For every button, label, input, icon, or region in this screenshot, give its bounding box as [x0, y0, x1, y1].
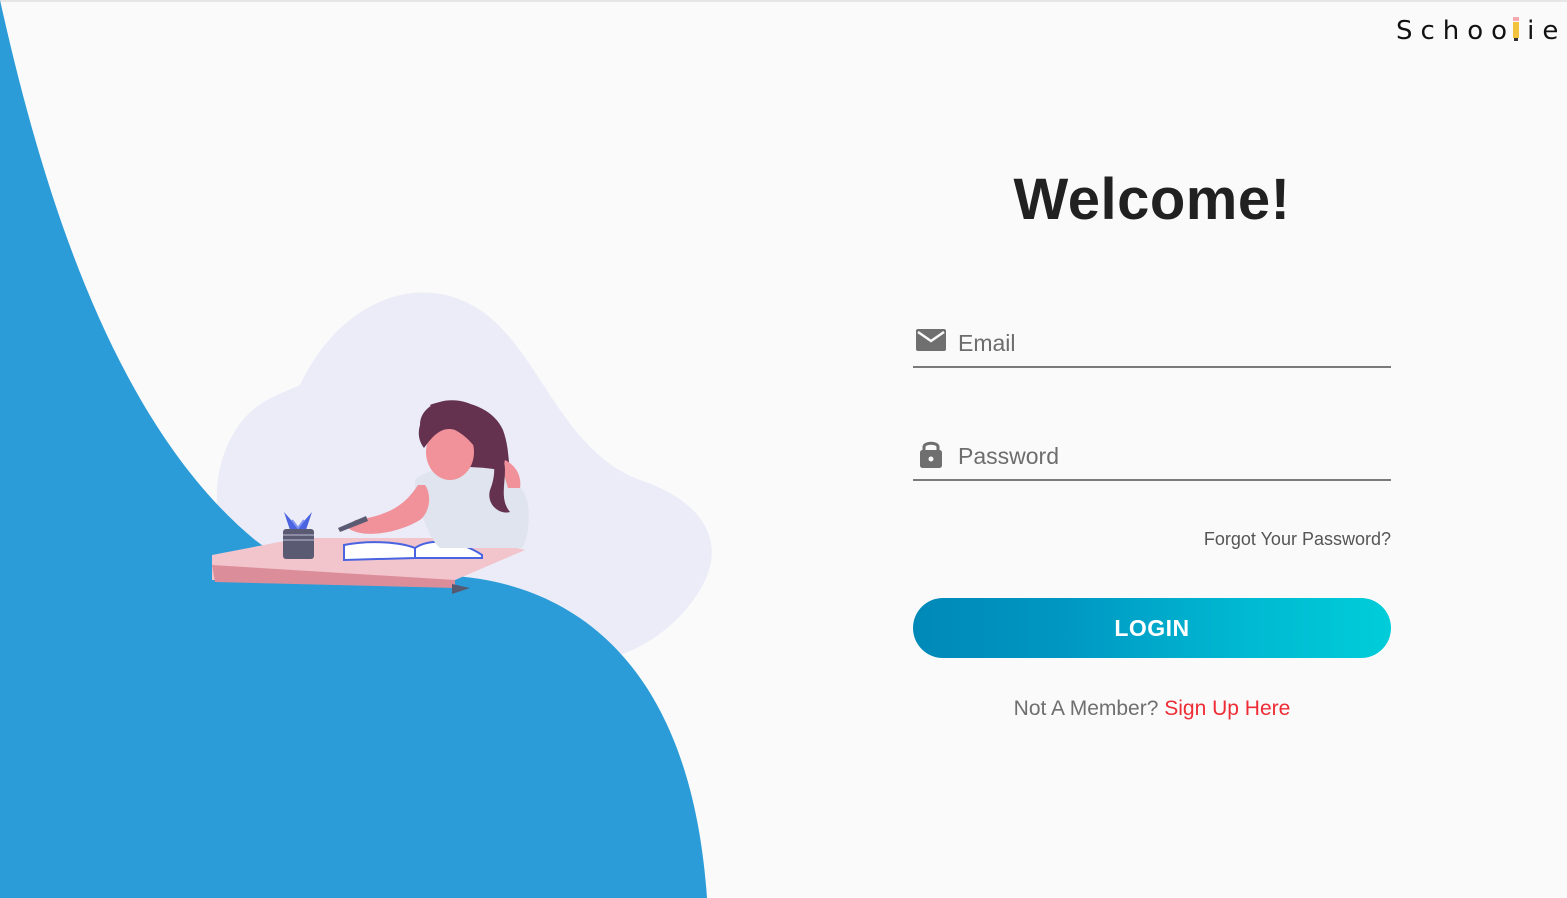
signup-prompt: Not A Member? Sign Up Here: [913, 697, 1391, 721]
brand-name-end: ie: [1527, 16, 1567, 46]
mail-icon: [916, 329, 946, 351]
pencil-icon: [1513, 17, 1520, 43]
brand-logo: Schoo ie: [1396, 16, 1566, 46]
password-field-wrapper: [913, 433, 1391, 481]
lock-icon: [920, 441, 942, 468]
email-field-wrapper: [913, 320, 1391, 368]
login-form: Welcome! Forgot Your Password? LOGIN Not…: [913, 0, 1391, 898]
email-input[interactable]: [958, 324, 1378, 362]
password-input[interactable]: [958, 437, 1378, 475]
page-title: Welcome!: [1013, 167, 1291, 232]
login-button[interactable]: LOGIN: [913, 598, 1391, 658]
forgot-password-link[interactable]: Forgot Your Password?: [1204, 529, 1391, 550]
login-page: Schooie Welcome! Forgot Your Password? L…: [0, 0, 1567, 898]
signup-link[interactable]: Sign Up Here: [1164, 697, 1290, 720]
brand-name-start: Schoo: [1396, 16, 1516, 46]
signup-prompt-text: Not A Member?: [1013, 697, 1159, 720]
